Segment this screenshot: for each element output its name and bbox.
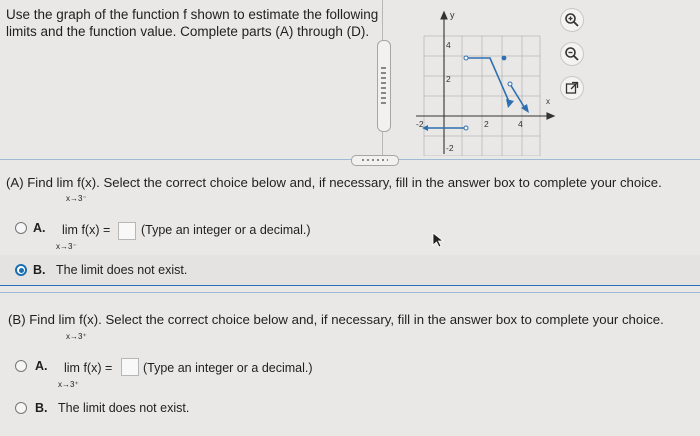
part-a-lim-subscript: x→3⁻ (66, 194, 87, 203)
open-point (463, 125, 469, 131)
part-b-prompt: (B) Find lim f(x). Select the correct ch… (8, 312, 664, 327)
part-a-option-b-text: The limit does not exist. (56, 263, 188, 277)
part-a-option-a-hint: (Type an integer or a decimal.) (141, 223, 311, 237)
part-a-answer-box[interactable] (118, 222, 136, 240)
panel-resize-handle[interactable] (377, 40, 391, 132)
part-a-option-b-radio[interactable] (15, 264, 27, 276)
external-link-button[interactable] (560, 76, 584, 100)
section-divider (0, 292, 700, 293)
part-a-option-a-radio[interactable] (15, 222, 27, 234)
part-b-option-b-radio[interactable] (15, 402, 27, 414)
x-axis-label: x (546, 97, 550, 106)
part-a-option-a-lim: lim f(x) = (62, 223, 111, 237)
part-a-prompt: (A) Find lim f(x). Select the correct ch… (6, 175, 662, 190)
part-a-option-b-letter: B. (33, 263, 46, 277)
part-b-option-a-radio[interactable] (15, 360, 27, 372)
y-axis-label: y (450, 10, 455, 20)
tick-label-x-2: -2 (416, 119, 424, 129)
part-b-option-b-letter: B. (35, 401, 48, 415)
tick-label-x2: 2 (484, 119, 489, 129)
part-b-option-a-lim: lim f(x) = (64, 361, 113, 375)
part-b-answer-box[interactable] (121, 358, 139, 376)
external-link-icon (565, 81, 579, 94)
tick-label-x4: 4 (518, 119, 523, 129)
question-instructions: Use the graph of the function f shown to… (6, 7, 379, 39)
zoom-in-button[interactable] (560, 8, 584, 32)
tick-label-y2: 2 (446, 74, 451, 84)
panel-resize-handle[interactable] (351, 155, 399, 166)
part-b-lim-subscript: x→3⁺ (66, 332, 87, 341)
open-point (507, 81, 513, 87)
zoom-out-button[interactable] (560, 42, 584, 66)
open-point (463, 55, 469, 61)
zoom-out-icon (565, 47, 579, 61)
tick-label-y4: 4 (446, 40, 451, 50)
arrow-head (506, 99, 514, 108)
tick-label-y-2: -2 (446, 143, 454, 153)
part-a-option-a-letter: A. (33, 221, 46, 235)
horizontal-divider (0, 159, 700, 160)
part-b-option-a-hint: (Type an integer or a decimal.) (143, 361, 313, 375)
part-a-option-a-subscript: x→3⁻ (56, 242, 77, 251)
part-b-option-a-letter: A. (35, 359, 48, 373)
zoom-in-icon (565, 13, 579, 27)
part-b-option-b-text: The limit does not exist. (58, 401, 190, 415)
mouse-cursor-icon (432, 232, 445, 248)
part-b-option-a-subscript: x→3⁺ (58, 380, 79, 389)
closed-point (501, 55, 507, 61)
